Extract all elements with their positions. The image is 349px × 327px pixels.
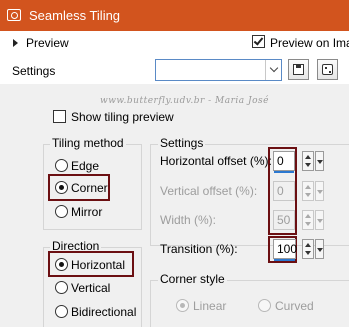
tiling-corner-label: Corner xyxy=(71,181,108,195)
direction-vertical-radio[interactable] xyxy=(55,281,68,294)
preview-toggle-label[interactable]: Preview xyxy=(26,36,69,50)
corner-style-title: Corner style xyxy=(158,272,227,286)
preview-on-image-label: Preview on Ima xyxy=(270,36,349,50)
tiling-edge-radio[interactable] xyxy=(55,159,68,172)
horizontal-offset-label: Horizontal offset (%): xyxy=(160,154,272,168)
focus-underline xyxy=(274,171,294,173)
corner-curved-radio[interactable] xyxy=(258,299,271,312)
direction-vertical-label: Vertical xyxy=(71,281,111,295)
corner-linear-label: Linear xyxy=(193,299,227,313)
chevron-down-icon xyxy=(269,63,279,73)
direction-horizontal-label: Horizontal xyxy=(71,258,126,272)
camera-icon xyxy=(7,9,21,21)
tiling-corner-radio[interactable] xyxy=(55,181,68,194)
horizontal-offset-input[interactable]: 0 xyxy=(273,151,295,173)
window-title: Seamless Tiling xyxy=(29,8,121,23)
watermark: www.butterfly.udv.br - Maria José xyxy=(100,96,270,106)
checkmark-icon xyxy=(253,35,264,46)
floppy-disk-icon xyxy=(293,64,304,75)
width-spinner[interactable] xyxy=(302,210,314,230)
focus-underline xyxy=(274,259,295,261)
width-label: Width (%): xyxy=(160,213,217,227)
settings-preset-select[interactable] xyxy=(155,59,282,81)
width-value: 50 xyxy=(277,213,291,227)
dropdown-button[interactable] xyxy=(265,60,281,80)
randomize-button[interactable] xyxy=(317,59,338,80)
settings-group-title: Settings xyxy=(158,136,206,150)
transition-dropdown[interactable] xyxy=(315,239,324,259)
corner-curved-label: Curved xyxy=(275,299,314,313)
show-tiling-preview-label: Show tiling preview xyxy=(71,110,174,124)
corner-linear-radio[interactable] xyxy=(176,299,189,312)
show-tiling-preview-checkbox[interactable] xyxy=(53,110,66,123)
direction-horizontal-radio[interactable] xyxy=(55,258,68,271)
vertical-offset-spinner[interactable] xyxy=(302,181,314,201)
horizontal-offset-spinner[interactable] xyxy=(302,151,314,171)
expand-arrow-icon[interactable] xyxy=(13,39,18,47)
width-dropdown[interactable] xyxy=(315,210,324,230)
dice-icon xyxy=(322,64,333,75)
vertical-offset-input[interactable]: 0 xyxy=(273,181,295,201)
direction-bidirectional-label: Bidirectional xyxy=(71,305,137,319)
direction-bidirectional-radio[interactable] xyxy=(55,305,68,318)
tiling-mirror-label: Mirror xyxy=(71,205,103,219)
vertical-offset-label: Vertical offset (%): xyxy=(160,184,258,198)
vertical-offset-value: 0 xyxy=(277,184,284,198)
transition-input[interactable]: 100 xyxy=(273,239,298,261)
transition-spinner[interactable] xyxy=(302,239,314,259)
settings-label: Settings xyxy=(12,64,56,78)
tiling-mirror-radio[interactable] xyxy=(55,205,68,218)
transition-value: 100 xyxy=(277,242,298,256)
transition-label: Transition (%): xyxy=(160,242,238,256)
save-preset-button[interactable] xyxy=(288,59,309,80)
tiling-edge-label: Edge xyxy=(71,159,100,173)
horizontal-offset-value: 0 xyxy=(277,154,284,168)
vertical-offset-dropdown[interactable] xyxy=(315,181,324,201)
horizontal-offset-dropdown[interactable] xyxy=(315,151,324,171)
tiling-method-title: Tiling method xyxy=(50,136,126,150)
preview-on-image-checkbox[interactable] xyxy=(252,35,265,48)
width-input[interactable]: 50 xyxy=(273,210,295,230)
